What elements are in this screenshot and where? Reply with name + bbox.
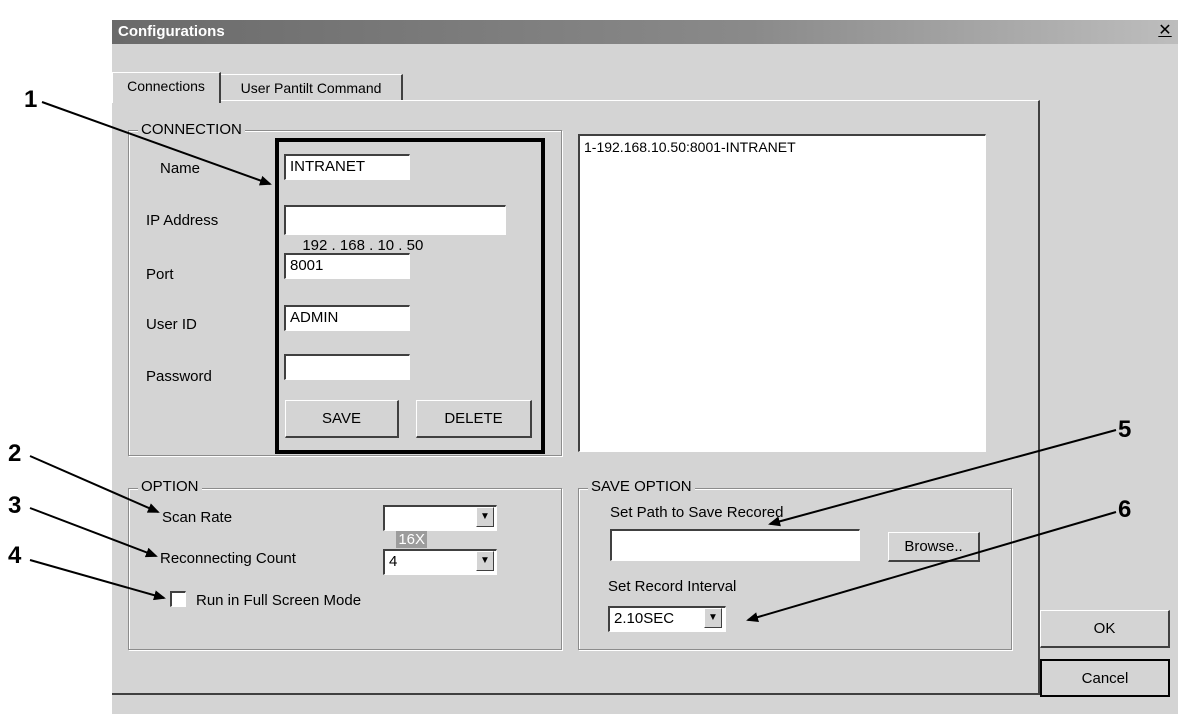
save-option-group-label: SAVE OPTION	[588, 479, 695, 495]
full-screen-label: Run in Full Screen Mode	[196, 592, 362, 609]
connection-list[interactable]: 1-192.168.10.50:8001-INTRANET	[578, 134, 986, 452]
save-path-field[interactable]	[610, 529, 860, 561]
title-bar[interactable]	[112, 20, 1178, 44]
scan-rate-value: 16X	[396, 531, 428, 548]
scan-rate-chevron-down-icon[interactable]: ▼	[476, 507, 494, 527]
option-group-label: OPTION	[138, 479, 202, 495]
cancel-button[interactable]: Cancel	[1040, 659, 1170, 697]
connection-group-label: CONNECTION	[138, 122, 245, 138]
connection-list-item[interactable]: 1-192.168.10.50:8001-INTRANET	[584, 139, 981, 155]
name-label: Name	[160, 160, 201, 177]
ip-address-label: IP Address	[146, 212, 219, 229]
user-id-label: User ID	[146, 316, 197, 333]
ok-button[interactable]: OK	[1040, 610, 1170, 648]
reconnecting-count-label: Reconnecting Count	[160, 550, 296, 567]
callout-5: 5	[1118, 416, 1132, 443]
callout-1: 1	[24, 86, 38, 113]
full-screen-checkbox[interactable]	[170, 591, 186, 607]
callout-6: 6	[1118, 496, 1132, 523]
callout-4: 4	[8, 542, 22, 569]
window-title: Configurations	[118, 23, 225, 40]
browse-button[interactable]: Browse..	[888, 532, 980, 562]
scan-rate-label: Scan Rate	[162, 509, 233, 526]
save-path-label: Set Path to Save Recored	[610, 504, 784, 521]
connection-fields-highlight	[275, 138, 545, 454]
record-interval-label: Set Record Interval	[608, 578, 737, 595]
callout-2: 2	[8, 440, 22, 467]
record-interval-chevron-down-icon[interactable]: ▼	[704, 608, 722, 628]
tab-connections[interactable]: Connections	[112, 72, 221, 103]
tab-user-pantilt-command[interactable]: User Pantilt Command	[220, 74, 403, 101]
port-label: Port	[146, 266, 174, 283]
close-icon[interactable]: ✕	[1156, 22, 1174, 40]
callout-3: 3	[8, 492, 22, 519]
reconnecting-count-chevron-down-icon[interactable]: ▼	[476, 551, 494, 571]
password-label: Password	[146, 368, 212, 385]
